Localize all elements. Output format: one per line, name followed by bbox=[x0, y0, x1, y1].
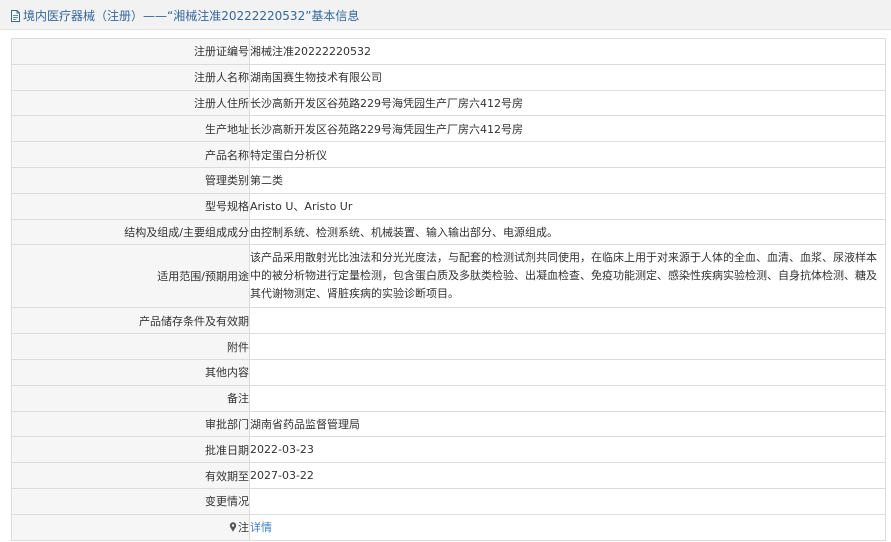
row-label: 产品储存条件及有效期 bbox=[11, 307, 250, 335]
row-label: 注册人住所 bbox=[11, 89, 250, 117]
table-row: 其他内容 bbox=[11, 358, 886, 386]
table-row: 审批部门 湖南省药品监督管理局 bbox=[11, 410, 886, 438]
page-title-wrap: 境内医疗器械（注册）——“湘械注准20222220532”基本信息 bbox=[10, 7, 359, 24]
row-value bbox=[249, 333, 886, 360]
table-row: 注册人名称 湖南国赛生物技术有限公司 bbox=[11, 63, 886, 91]
row-value: 湘械注准20222220532 bbox=[249, 38, 886, 65]
row-label: 注册人名称 bbox=[11, 63, 250, 91]
note-value-cell: 详情 bbox=[249, 513, 886, 541]
table-row-note: 注 详情 bbox=[11, 513, 886, 541]
row-label: 有效期至 bbox=[11, 462, 250, 489]
document-icon bbox=[10, 10, 21, 22]
row-label: 变更情况 bbox=[11, 487, 250, 515]
row-label: 结构及组成/主要组成成分 bbox=[11, 218, 250, 246]
row-value: 该产品采用散射光比浊法和分光光度法，与配套的检测试剂共同使用，在临床上用于对来源… bbox=[249, 244, 886, 309]
row-label: 审批部门 bbox=[11, 410, 250, 438]
note-label: 注 bbox=[238, 521, 249, 535]
page-title: 境内医疗器械（注册）——“湘械注准20222220532”基本信息 bbox=[23, 9, 360, 23]
table-row: 注册人住所 长沙高新开发区谷苑路229号海凭园生产厂房六412号房 bbox=[11, 89, 886, 117]
table-row: 生产地址 长沙高新开发区谷苑路229号海凭园生产厂房六412号房 bbox=[11, 115, 886, 143]
row-value: 湖南省药品监督管理局 bbox=[249, 410, 886, 438]
row-label: 备注 bbox=[11, 384, 250, 412]
pin-icon bbox=[229, 522, 237, 532]
row-value: Aristo U、Aristo Ur bbox=[249, 192, 886, 220]
row-value: 长沙高新开发区谷苑路229号海凭园生产厂房六412号房 bbox=[249, 115, 886, 143]
row-value: 特定蛋白分析仪 bbox=[249, 141, 886, 168]
page-header: 境内医疗器械（注册）——“湘械注准20222220532”基本信息 bbox=[0, 0, 891, 30]
row-value bbox=[249, 487, 886, 515]
table-row: 有效期至 2027-03-22 bbox=[11, 462, 886, 489]
table-row: 产品名称 特定蛋白分析仪 bbox=[11, 141, 886, 168]
row-value: 长沙高新开发区谷苑路229号海凭园生产厂房六412号房 bbox=[249, 89, 886, 117]
row-label: 管理类别 bbox=[11, 166, 250, 194]
row-value: 2027-03-22 bbox=[249, 462, 886, 489]
table-row: 附件 bbox=[11, 333, 886, 360]
details-link[interactable]: 详情 bbox=[250, 521, 272, 534]
table-row: 管理类别 第二类 bbox=[11, 166, 886, 194]
table-row: 注册证编号 湘械注准20222220532 bbox=[11, 38, 886, 65]
table-row: 型号规格 Aristo U、Aristo Ur bbox=[11, 192, 886, 220]
row-label: 附件 bbox=[11, 333, 250, 360]
row-value: 2022-03-23 bbox=[249, 436, 886, 464]
table-row: 适用范围/预期用途 该产品采用散射光比浊法和分光光度法，与配套的检测试剂共同使用… bbox=[11, 244, 886, 309]
row-label: 其他内容 bbox=[11, 358, 250, 386]
row-value bbox=[249, 358, 886, 386]
table-row: 结构及组成/主要组成成分 由控制系统、检测系统、机械装置、输入输出部分、电源组成… bbox=[11, 218, 886, 246]
note-label-cell: 注 bbox=[11, 513, 250, 541]
info-table: 注册证编号 湘械注准20222220532 注册人名称 湖南国赛生物技术有限公司… bbox=[11, 38, 886, 541]
row-label: 型号规格 bbox=[11, 192, 250, 220]
row-value bbox=[249, 384, 886, 412]
row-label: 注册证编号 bbox=[11, 38, 250, 65]
table-row: 变更情况 bbox=[11, 487, 886, 515]
row-label: 批准日期 bbox=[11, 436, 250, 464]
table-row: 产品储存条件及有效期 bbox=[11, 307, 886, 335]
row-value: 由控制系统、检测系统、机械装置、输入输出部分、电源组成。 bbox=[249, 218, 886, 246]
row-value: 湖南国赛生物技术有限公司 bbox=[249, 63, 886, 91]
row-label: 生产地址 bbox=[11, 115, 250, 143]
row-label: 产品名称 bbox=[11, 141, 250, 168]
row-value bbox=[249, 307, 886, 335]
row-label: 适用范围/预期用途 bbox=[11, 244, 250, 309]
table-row: 备注 bbox=[11, 384, 886, 412]
table-row: 批准日期 2022-03-23 bbox=[11, 436, 886, 464]
row-value: 第二类 bbox=[249, 166, 886, 194]
